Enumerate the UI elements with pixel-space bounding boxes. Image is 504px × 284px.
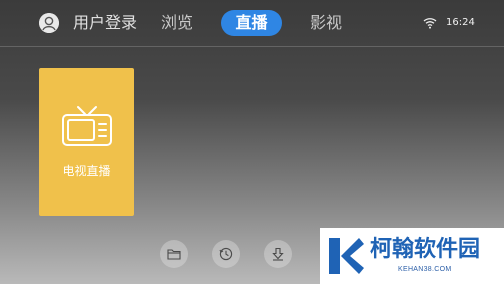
history-icon <box>219 247 233 261</box>
status-clock: 16:24 <box>446 17 475 28</box>
tab-browse[interactable]: 浏览 <box>161 13 193 33</box>
user-avatar-icon[interactable] <box>39 13 59 33</box>
tile-label: 电视直播 <box>62 164 111 178</box>
folder-icon <box>167 249 181 260</box>
folder-button[interactable] <box>160 240 188 268</box>
watermark-title: 柯翰软件园 <box>370 237 481 262</box>
header-divider <box>0 46 504 47</box>
login-link[interactable]: 用户登录 <box>73 13 137 33</box>
wifi-icon <box>423 18 437 29</box>
tab-film[interactable]: 影视 <box>310 13 342 33</box>
tv-live-tile[interactable]: 电视直播 <box>39 68 134 216</box>
watermark-subtitle: KEHAN38.COM <box>398 266 452 273</box>
history-button[interactable] <box>212 240 240 268</box>
top-navigation-bar: 用户登录 浏览 直播 影视 16:24 <box>0 0 504 46</box>
kehan-logo-icon <box>329 238 364 274</box>
tv-icon <box>62 106 112 146</box>
tab-live[interactable]: 直播 <box>221 10 282 36</box>
download-icon <box>272 247 284 261</box>
watermark: 柯翰软件园 KEHAN38.COM <box>320 228 504 284</box>
download-button[interactable] <box>264 240 292 268</box>
